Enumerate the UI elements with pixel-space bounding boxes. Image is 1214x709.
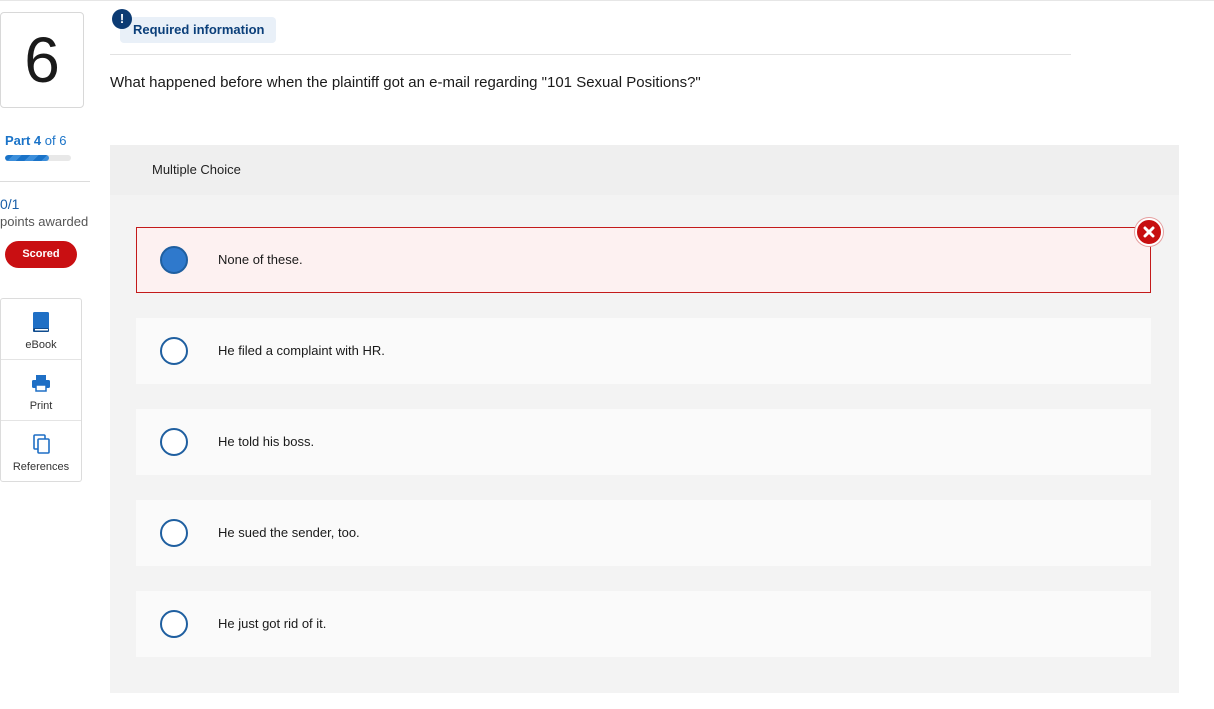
score-value: 0/1 (0, 196, 20, 212)
required-info-divider (110, 54, 1071, 55)
answer-option-label: None of these. (218, 252, 303, 267)
radio-button[interactable] (160, 519, 188, 547)
answer-option[interactable]: He filed a complaint with HR. (136, 318, 1151, 384)
references-button[interactable]: References (1, 421, 81, 482)
incorrect-x-icon (1135, 218, 1163, 246)
scored-badge: Scored (5, 241, 77, 268)
answer-option[interactable]: He told his boss. (136, 409, 1151, 475)
alert-icon: ! (112, 9, 132, 29)
radio-button-selected[interactable] (160, 246, 188, 274)
answer-option-label: He just got rid of it. (218, 616, 327, 631)
part-progress-fill (5, 155, 50, 161)
radio-button[interactable] (160, 610, 188, 638)
radio-button[interactable] (160, 337, 188, 365)
printer-icon (32, 375, 50, 392)
part-indicator: Part 4 of 6 (5, 133, 66, 148)
part-current: Part 4 (5, 133, 42, 148)
left-divider (0, 181, 90, 182)
copy-icon (33, 434, 50, 454)
required-information-badge[interactable]: Required information (120, 17, 277, 43)
answer-option-label: He filed a complaint with HR. (218, 343, 385, 358)
ebook-label: eBook (25, 339, 57, 351)
radio-button[interactable] (160, 428, 188, 456)
question-text: What happened before when the plaintiff … (110, 74, 701, 91)
top-divider (0, 0, 1214, 1)
print-button[interactable]: Print (1, 360, 81, 421)
answer-option-label: He told his boss. (218, 434, 315, 449)
book-icon (33, 312, 49, 332)
references-label: References (12, 461, 70, 473)
part-progress-bar (5, 155, 71, 161)
question-number-box: 6 (0, 12, 84, 108)
answer-option-label: He sued the sender, too. (218, 525, 360, 540)
ebook-button[interactable]: eBook (1, 299, 81, 360)
part-total: of 6 (41, 133, 67, 148)
multiple-choice-panel: Multiple Choice None of these. He filed … (110, 145, 1179, 693)
multiple-choice-header: Multiple Choice (110, 145, 1179, 195)
answer-option-incorrect[interactable]: None of these. (136, 227, 1151, 293)
answer-option[interactable]: He just got rid of it. (136, 591, 1151, 657)
print-label: Print (29, 400, 53, 412)
question-number: 6 (24, 24, 60, 96)
points-awarded-label: points awarded (0, 214, 89, 229)
answer-option[interactable]: He sued the sender, too. (136, 500, 1151, 566)
tools-panel: eBook Print References (0, 298, 82, 482)
